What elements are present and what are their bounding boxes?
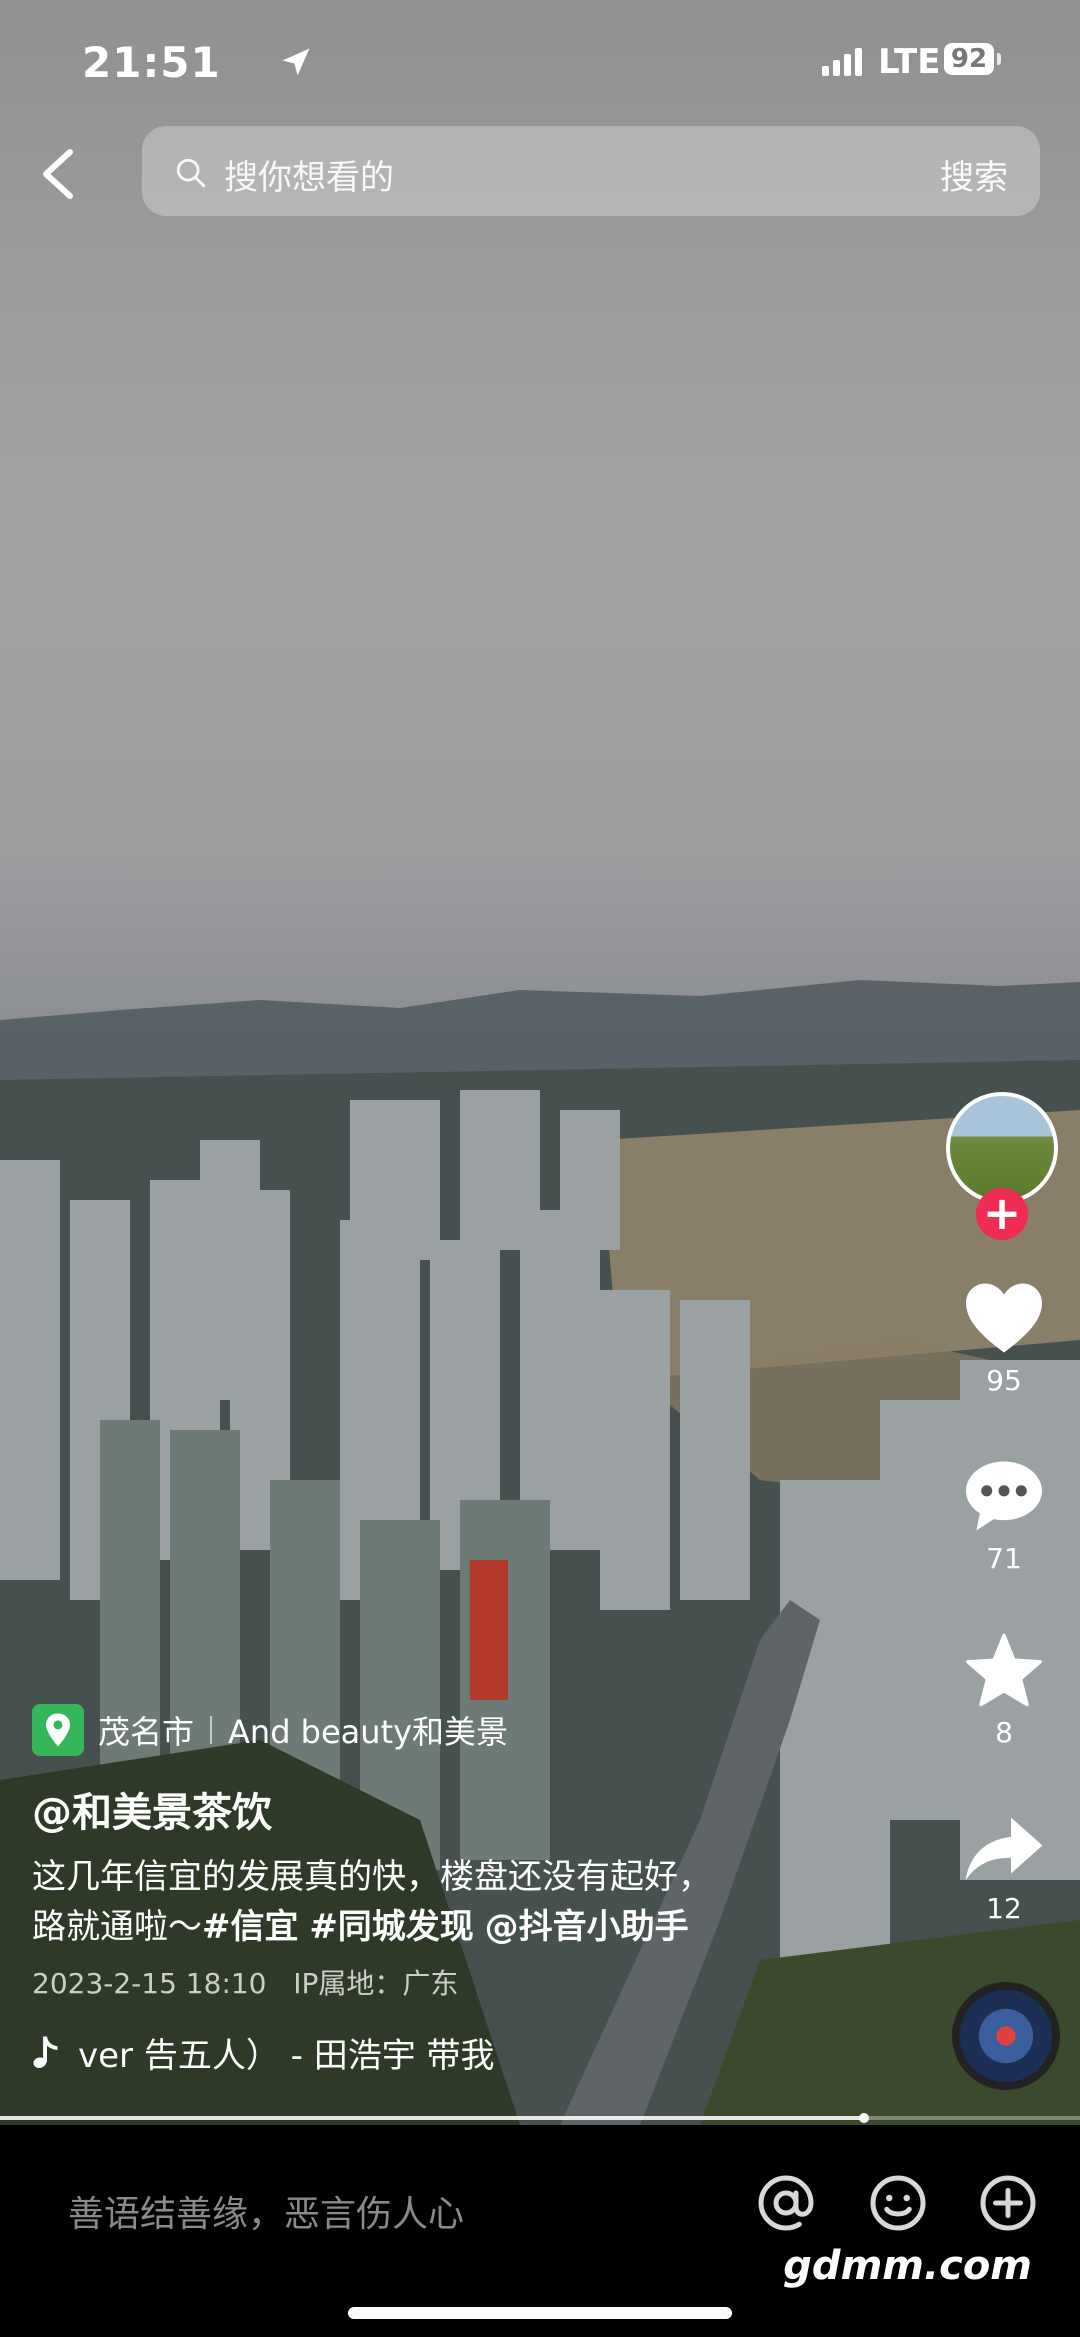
comment-count: 71 xyxy=(986,1542,1022,1575)
search-button[interactable]: 搜索 xyxy=(940,150,1008,199)
comment-action[interactable]: 71 xyxy=(944,1458,1064,1575)
description-line: 路就通啦～#信宜 #同城发现 @抖音小助手 xyxy=(32,1902,852,1952)
share-action[interactable]: 12 xyxy=(944,1814,1064,1925)
add-icon[interactable] xyxy=(978,2173,1038,2233)
description-text: 路就通啦～ xyxy=(32,1907,202,1947)
video-frame[interactable]: 21:51 LTE 92 搜你想看的 搜索 + 95 71 8 12 茂名市 A… xyxy=(0,0,1080,2125)
follow-button[interactable]: + xyxy=(976,1188,1028,1240)
post-date: 2023-2-15 18:10 xyxy=(32,1967,267,2000)
music-title: ver 告五人） - 田浩宇 带我 xyxy=(78,2036,495,2076)
music-disc[interactable] xyxy=(952,1982,1060,2090)
hashtag[interactable]: #信宜 xyxy=(202,1907,299,1947)
star-icon xyxy=(966,1633,1042,1707)
signal-icon xyxy=(822,48,866,76)
description-line: 这几年信宜的发展真的快，楼盘还没有起好， xyxy=(32,1857,712,1897)
progress-fill xyxy=(0,2116,864,2120)
location-city: 茂名市 xyxy=(98,1713,195,1751)
back-icon[interactable] xyxy=(38,148,78,200)
network-label: LTE xyxy=(878,42,941,82)
progress-handle[interactable] xyxy=(859,2113,869,2123)
search-icon xyxy=(176,158,206,188)
comment-bar: 善语结善缘，恶言伤人心 gdmm.com xyxy=(0,2125,1080,2337)
comment-input[interactable]: 善语结善缘，恶言伤人心 xyxy=(68,2185,464,2237)
video-info: 茂名市 And beauty和美景 @和美景茶饮 这几年信宜的发展真的快，楼盘还… xyxy=(32,1702,852,2077)
video-description: 这几年信宜的发展真的快，楼盘还没有起好， 路就通啦～#信宜 #同城发现 @抖音小… xyxy=(32,1852,852,1952)
emoji-icon[interactable] xyxy=(868,2173,928,2233)
share-icon xyxy=(965,1817,1043,1881)
status-bar: 21:51 LTE 92 xyxy=(82,38,1080,88)
home-indicator[interactable] xyxy=(348,2307,732,2319)
search-input[interactable]: 搜你想看的 xyxy=(224,150,394,199)
favorite-action[interactable]: 8 xyxy=(944,1632,1064,1749)
mention[interactable]: @抖音小助手 xyxy=(485,1907,689,1947)
post-meta: 2023-2-15 18:10 IP属地：广东 xyxy=(32,1962,852,2002)
comment-icon xyxy=(966,1461,1042,1531)
status-time: 21:51 xyxy=(82,38,221,87)
author-name[interactable]: @和美景茶饮 xyxy=(32,1780,852,1838)
music-note-icon xyxy=(33,2036,58,2068)
heart-icon xyxy=(966,1283,1042,1353)
favorite-count: 8 xyxy=(995,1716,1013,1749)
at-icon[interactable] xyxy=(756,2173,816,2233)
video-progress-bar[interactable] xyxy=(0,2113,1080,2123)
location-tag[interactable]: 茂名市 And beauty和美景 xyxy=(32,1702,852,1758)
battery-indicator: 92 xyxy=(944,43,994,75)
location-poi: And beauty和美景 xyxy=(228,1713,509,1751)
location-divider xyxy=(210,1716,213,1744)
battery-tip xyxy=(997,53,1001,65)
ip-location: IP属地：广东 xyxy=(293,1967,459,2000)
search-bar[interactable]: 搜你想看的 搜索 xyxy=(142,126,1040,216)
watermark: gdmm.com xyxy=(783,2243,1032,2289)
music-info[interactable]: ver 告五人） - 田浩宇 带我 xyxy=(32,2028,852,2077)
share-count: 12 xyxy=(986,1892,1022,1925)
like-action[interactable]: 95 xyxy=(944,1280,1064,1397)
map-pin-icon xyxy=(32,1704,84,1756)
location-arrow-icon xyxy=(282,48,310,76)
hashtag[interactable]: #同城发现 xyxy=(309,1907,474,1947)
like-count: 95 xyxy=(986,1364,1022,1397)
